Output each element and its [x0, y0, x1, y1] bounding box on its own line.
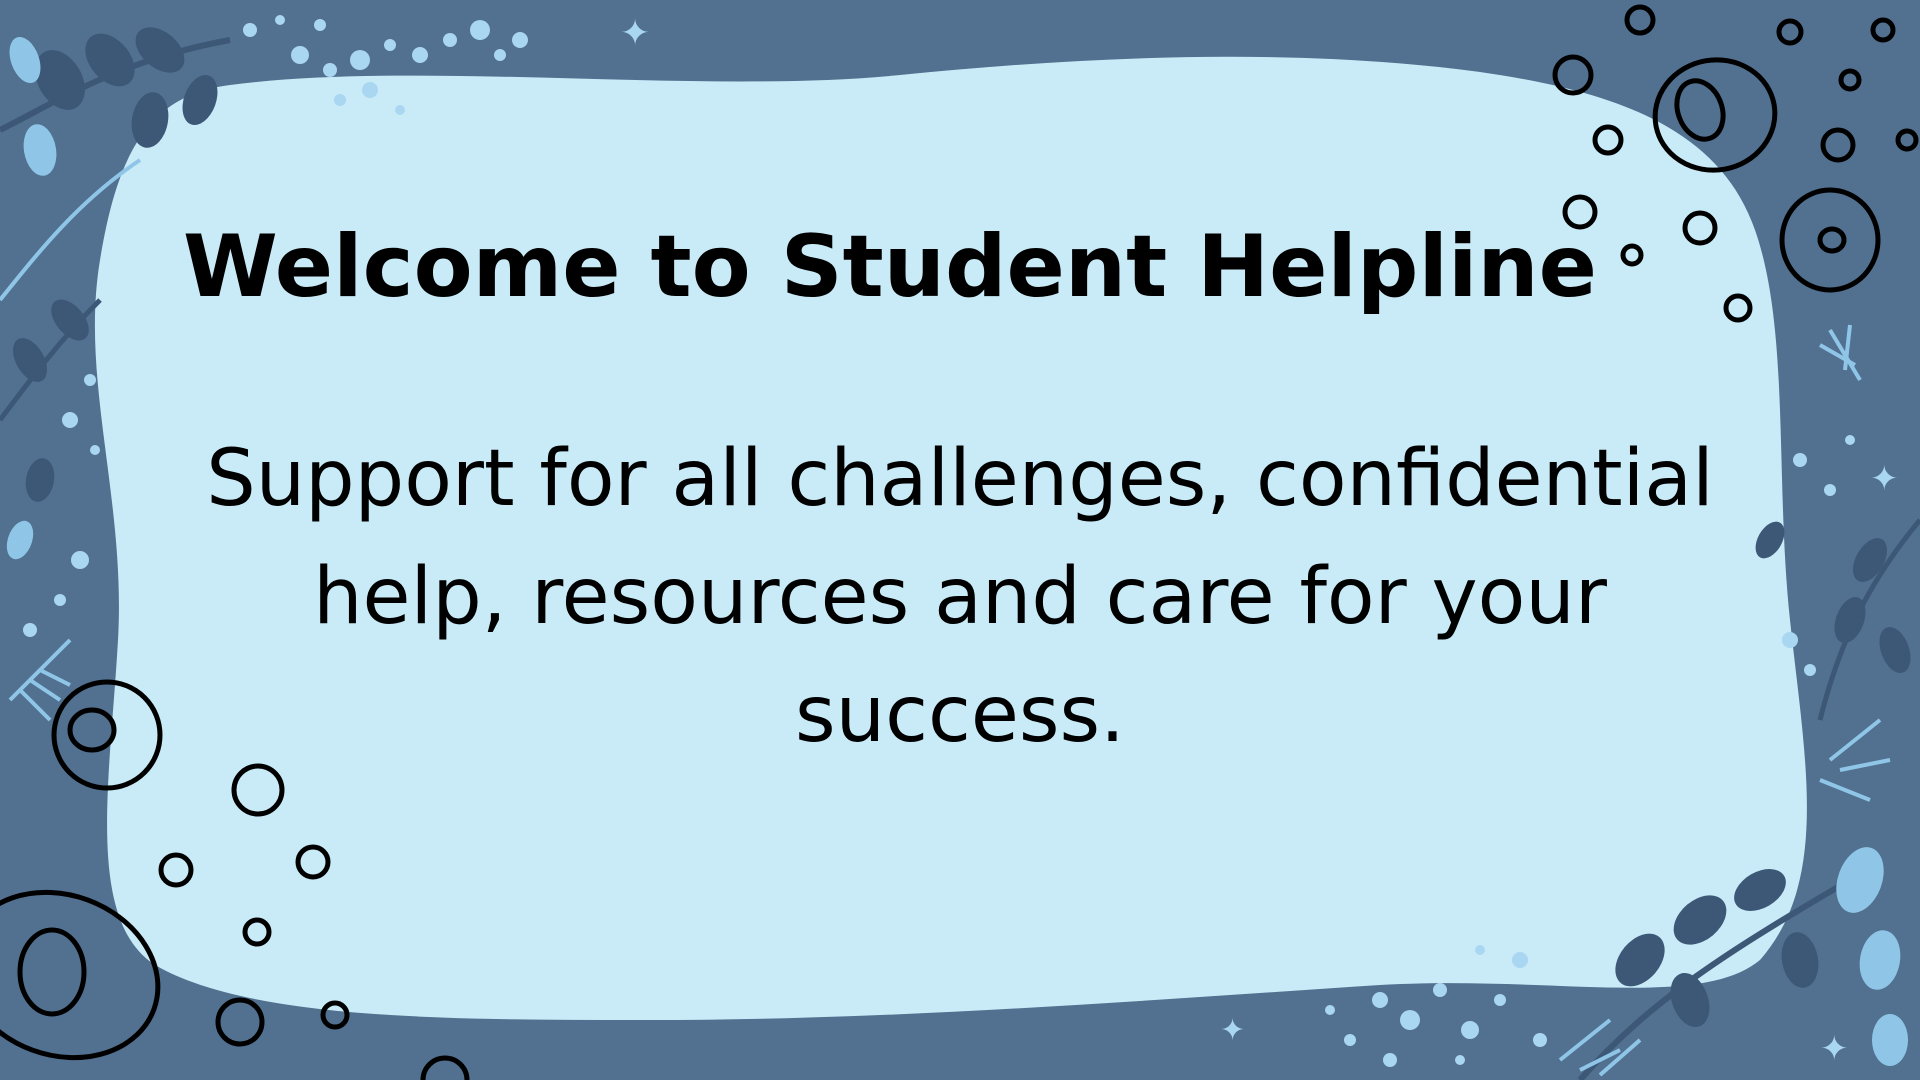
slide: ✦ ✦ ✦ ✦ Welcome to Student Helpline Supp…: [0, 0, 1920, 1080]
slide-subtitle: Support for all challenges, confidential…: [206, 434, 1714, 760]
slide-title: Welcome to Student Helpline: [183, 217, 1597, 317]
text-layer: Welcome to Student Helpline Support for …: [0, 0, 1920, 1080]
